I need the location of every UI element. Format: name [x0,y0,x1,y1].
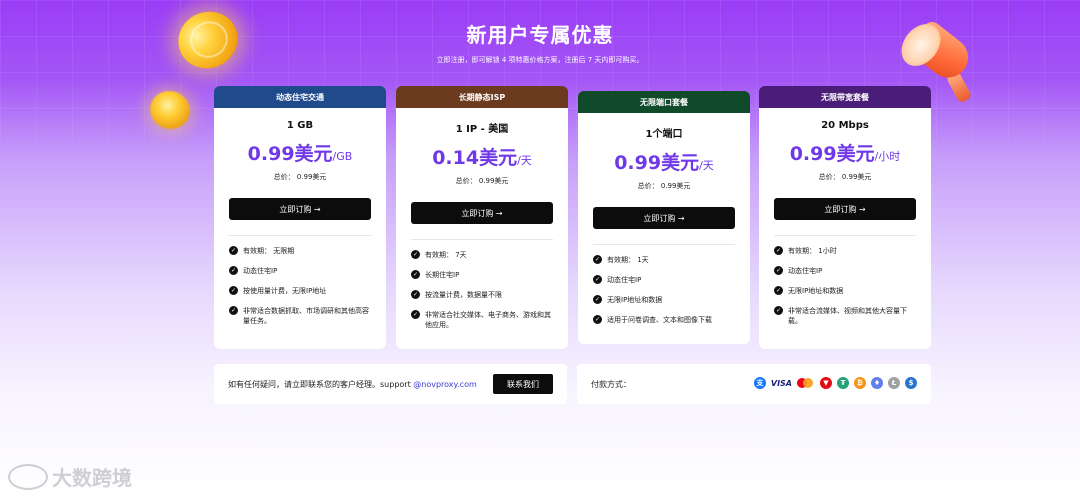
price-unit: /小时 [874,150,901,163]
plan-price: 0.14美元/天 [411,143,553,170]
check-icon: ✓ [593,255,602,264]
check-icon: ✓ [229,286,238,295]
contact-bar: 如有任何疑问，请立即联系您的客户经理。support @novproxy.com… [214,364,567,404]
plan-price: 0.99美元/天 [593,148,735,175]
plan-card-unlimited-port: 无限端口套餐 1个端口 0.99美元/天 总价： 0.99美元 立即订购 → ✓… [578,91,750,344]
order-button[interactable]: 立即订购 → [593,207,735,229]
price-unit: /天 [699,159,714,172]
check-icon: ✓ [229,246,238,255]
plan-card-unlimited-bandwidth: 无限带宽套餐 20 Mbps 0.99美元/小时 总价： 0.99美元 立即订购… [759,86,931,349]
feature-list: ✓ 有效期： 无限期 ✓ 动态住宅IP ✓ 按使用量计费，无限IP地址 ✓ 非常适合数据… [229,236,371,342]
watermark: 大数跨境 [8,462,132,491]
feature-item: ✓ 非常适合流媒体、视频和其他大容量下载。 [774,306,907,325]
plan-name: 1 GB [286,120,314,131]
price-unit: /天 [517,154,532,167]
price-unit: /GB [332,150,353,163]
plan-total: 总价： 0.99美元 [273,173,327,181]
bitcoin-icon: ₿ [854,377,866,389]
feature-item: ✓ 无限IP地址和数据 [774,286,844,295]
payment-label: 付款方式： [591,379,631,389]
contact-us-button[interactable]: 联系我们 [493,374,553,394]
check-icon: ✓ [774,246,783,255]
price-amount: 0.14美元 [432,147,518,169]
feature-item: ✓ 无限IP地址和数据 [593,295,663,304]
feature-item: ✓ 适用于问卷调查、文本和图像下载 [593,315,712,324]
page-title: 新用户专属优惠 [466,23,614,47]
check-icon: ✓ [229,266,238,275]
check-icon: ✓ [411,310,420,319]
feature-list: ✓ 有效期： 1小时 ✓ 动态住宅IP ✓ 无限IP地址和数据 ✓ 非常适合流媒体、视频… [774,236,916,342]
payment-bar: 付款方式： 支 VISA ▼ ₮ ₿ ♦ Ł $ [577,364,931,404]
page-subtitle: 立即注册，即可解锁 4 项特惠价格方案，注册后 7 天内即可购买。 [436,56,644,64]
feature-list: ✓ 有效期： 7天 ✓ 长期住宅IP ✓ 按流量计费，数据量不限 ✓ 非常适合社交媒体、… [411,240,553,346]
check-icon: ✓ [593,295,602,304]
plan-card-residential: 动态住宅交通 1 GB 0.99美元/GB 总价： 0.99美元 立即订购 → … [214,86,386,349]
feature-item: ✓ 长期住宅IP [411,270,460,279]
feature-item: ✓ 非常适合社交媒体、电子商务、游戏和其他应用。 [411,310,551,329]
feature-item: ✓ 有效期： 1小时 [774,246,837,255]
check-icon: ✓ [593,315,602,324]
feature-item: ✓ 非常适合数据抓取、市场调研和其他高容量任务。 [229,306,369,325]
contact-text: 如有任何疑问，请立即联系您的客户经理。support @novproxy.com [228,379,477,389]
order-button[interactable]: 立即订购 → [229,198,371,220]
plan-price: 0.99美元/GB [229,139,371,166]
check-icon: ✓ [774,266,783,275]
check-icon: ✓ [411,270,420,279]
check-icon: ✓ [411,250,420,259]
plan-tab: 无限带宽套餐 [759,86,931,108]
ethereum-icon: ♦ [871,377,883,389]
feature-item: ✓ 动态住宅IP [593,275,642,284]
price-amount: 0.99美元 [614,152,700,174]
feature-item: ✓ 有效期： 无限期 [229,246,295,255]
plan-tab: 无限端口套餐 [578,91,750,113]
litecoin-icon: Ł [888,377,900,389]
plan-card-static-isp: 长期静态ISP 1 IP - 美国 0.14美元/天 总价： 0.99美元 立即… [396,86,568,349]
tron-icon: ▼ [820,377,832,389]
feature-list: ✓ 有效期： 1天 ✓ 动态住宅IP ✓ 无限IP地址和数据 ✓ 适用于问卷调查、文本和… [593,245,735,341]
alipay-icon: 支 [753,377,766,389]
plan-tab: 动态住宅交通 [214,86,386,108]
plan-name: 1个端口 [645,129,683,140]
mastercard-icon [797,377,815,389]
support-email-link[interactable]: @novproxy.com [413,380,477,389]
plan-name: 20 Mbps [821,120,869,131]
feature-item: ✓ 有效期： 1天 [593,255,649,264]
plan-tab: 长期静态ISP [396,86,568,108]
check-icon: ✓ [593,275,602,284]
check-icon: ✓ [774,306,783,315]
order-button[interactable]: 立即订购 → [774,198,916,220]
feature-item: ✓ 有效期： 7天 [411,250,467,259]
price-amount: 0.99美元 [247,143,333,165]
check-icon: ✓ [411,290,420,299]
visa-icon: VISA [770,378,792,388]
plan-total: 总价： 0.99美元 [818,173,872,181]
tether-icon: ₮ [837,377,849,389]
usdc-icon: $ [905,377,917,389]
check-icon: ✓ [774,286,783,295]
watermark-logo-icon [8,463,48,490]
feature-item: ✓ 按流量计费，数据量不限 [411,290,502,299]
check-icon: ✓ [229,306,238,315]
price-amount: 0.99美元 [789,143,875,165]
plan-name: 1 IP - 美国 [455,124,509,135]
plan-total: 总价： 0.99美元 [637,182,691,190]
feature-item: ✓ 动态住宅IP [229,266,278,275]
feature-item: ✓ 动态住宅IP [774,266,823,275]
gold-coin-icon [144,85,196,135]
order-button[interactable]: 立即订购 → [411,202,553,224]
plan-price: 0.99美元/小时 [774,139,916,166]
plan-total: 总价： 0.99美元 [455,177,509,185]
payment-icons: 支 VISA ▼ ₮ ₿ ♦ Ł $ [753,377,917,389]
feature-item: ✓ 按使用量计费，无限IP地址 [229,286,327,295]
